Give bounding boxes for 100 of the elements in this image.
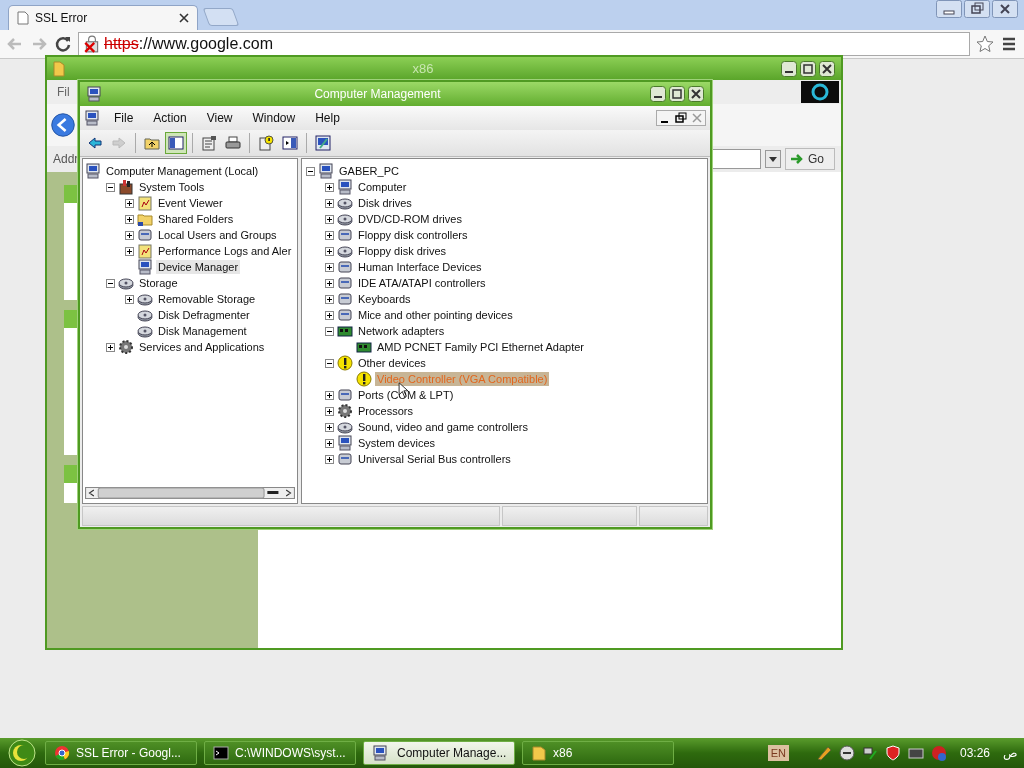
close-button[interactable] xyxy=(992,0,1018,18)
tree-item[interactable]: Event Viewer xyxy=(156,196,225,210)
tree-item[interactable]: Keyboards xyxy=(356,292,413,306)
computer-icon xyxy=(86,86,102,102)
expand-icon[interactable] xyxy=(325,246,334,256)
go-button[interactable]: Go xyxy=(785,148,835,170)
expand-icon[interactable] xyxy=(106,342,115,352)
collapse-icon[interactable] xyxy=(106,278,115,288)
expand-icon[interactable] xyxy=(325,294,334,304)
tree-item[interactable]: Mice and other pointing devices xyxy=(356,308,515,322)
browser-tab[interactable]: SSL Error xyxy=(8,5,198,30)
tree-item[interactable]: Floppy disk drives xyxy=(356,244,449,258)
language-indicator[interactable]: EN xyxy=(767,745,789,761)
menu-item[interactable]: View xyxy=(197,109,242,127)
expand-icon[interactable] xyxy=(325,278,334,288)
tree-item[interactable]: Disk drives xyxy=(356,196,414,210)
collapse-icon[interactable] xyxy=(325,358,334,368)
taskbar-button[interactable]: x86 xyxy=(522,741,674,765)
expand-icon[interactable] xyxy=(125,198,134,208)
menu-item[interactable]: Fil xyxy=(57,85,70,99)
tree-item[interactable]: Performance Logs and Aler xyxy=(156,244,294,258)
close-button[interactable] xyxy=(688,86,704,102)
expand-icon[interactable] xyxy=(325,310,334,320)
tree-item[interactable]: Device Manager xyxy=(156,260,241,274)
arrow-icon xyxy=(790,153,804,165)
minimize-button[interactable] xyxy=(781,60,797,77)
expand-icon[interactable] xyxy=(325,438,334,448)
star-icon[interactable] xyxy=(976,35,994,53)
tree-item[interactable]: System Tools xyxy=(137,180,207,194)
taskbar-button[interactable]: C:\WINDOWS\syst... xyxy=(204,741,356,765)
close-button[interactable] xyxy=(819,60,835,77)
menu-item[interactable]: Window xyxy=(243,109,305,127)
tree-item[interactable]: Services and Applications xyxy=(137,340,267,354)
device-icon xyxy=(337,259,353,275)
forward-arrow-icon xyxy=(111,135,127,151)
collapse-icon[interactable] xyxy=(325,326,334,336)
start-button[interactable] xyxy=(6,739,38,767)
restore-button[interactable] xyxy=(673,111,689,125)
menu-item[interactable]: File xyxy=(105,109,143,127)
tree-item[interactable]: IDE ATA/ATAPI controllers xyxy=(356,276,488,290)
maximize-button[interactable] xyxy=(669,86,685,102)
expand-icon[interactable] xyxy=(325,390,334,400)
taskbar-button[interactable]: Computer Manage... xyxy=(363,741,515,765)
tree-item[interactable]: Universal Serial Bus controllers xyxy=(356,452,513,466)
tree-item[interactable]: Other devices xyxy=(356,356,428,370)
menu-icon[interactable] xyxy=(1000,35,1018,53)
expand-icon[interactable] xyxy=(325,182,334,192)
tree-item[interactable]: Disk Defragmenter xyxy=(156,308,252,322)
expand-icon[interactable] xyxy=(325,454,334,464)
monitor-tray-icon[interactable] xyxy=(907,745,924,761)
tree-item[interactable]: System devices xyxy=(356,436,438,450)
close-tab-icon[interactable] xyxy=(179,13,189,23)
tree-item[interactable]: Storage xyxy=(137,276,180,290)
minimize-button[interactable] xyxy=(650,86,666,102)
tree-item[interactable]: AMD PCNET Family PCI Ethernet Adapter xyxy=(375,340,587,354)
device-icon xyxy=(137,227,153,243)
expand-icon[interactable] xyxy=(325,406,334,416)
folder-icon xyxy=(137,211,153,227)
tree-item[interactable]: Removable Storage xyxy=(156,292,258,306)
expand-icon[interactable] xyxy=(325,214,334,224)
horizontal-scrollbar[interactable] xyxy=(85,487,295,499)
expand-icon[interactable] xyxy=(325,198,334,208)
tree-item[interactable]: GABER_PC xyxy=(337,164,401,178)
tree-item[interactable]: Processors xyxy=(356,404,416,418)
computer-icon xyxy=(84,110,100,126)
tree-item[interactable]: Human Interface Devices xyxy=(356,260,484,274)
menu-item[interactable]: Help xyxy=(306,109,349,127)
printer-icon xyxy=(225,135,241,151)
tree-item[interactable]: Shared Folders xyxy=(156,212,236,226)
expand-icon[interactable] xyxy=(125,246,134,256)
maximize-button[interactable] xyxy=(800,60,816,77)
expand-icon[interactable] xyxy=(325,262,334,272)
pencil-tray-icon[interactable] xyxy=(815,745,832,761)
tree-item[interactable]: DVD/CD-ROM drives xyxy=(356,212,464,226)
reload-icon[interactable] xyxy=(54,35,72,53)
collapse-icon[interactable] xyxy=(106,182,115,192)
dropdown-button[interactable] xyxy=(765,150,781,168)
tree-item[interactable]: Network adapters xyxy=(356,324,447,338)
tree-item[interactable]: Disk Management xyxy=(156,324,249,338)
taskbar-button[interactable]: SSL Error - Googl... xyxy=(45,741,197,765)
tree-item[interactable]: Ports (COM & LPT) xyxy=(356,388,456,402)
address-bar[interactable]: https://www.google.com xyxy=(78,32,970,56)
computer-icon xyxy=(372,745,388,761)
toolbar-button[interactable] xyxy=(312,132,334,154)
tree-item[interactable]: Computer xyxy=(356,180,409,194)
tree-item[interactable]: Floppy disk controllers xyxy=(356,228,470,242)
toolbar-button[interactable] xyxy=(165,132,187,154)
tree-item[interactable]: Local Users and Groups xyxy=(156,228,279,242)
tree-item[interactable]: Computer Management (Local) xyxy=(104,164,261,178)
menu-item[interactable]: Action xyxy=(144,109,196,127)
expand-icon[interactable] xyxy=(125,294,134,304)
expand-icon[interactable] xyxy=(125,230,134,240)
shield-tray-icon[interactable] xyxy=(884,745,901,761)
expand-icon[interactable] xyxy=(325,230,334,240)
tree-item[interactable]: Sound, video and game controllers xyxy=(356,420,530,434)
clock-time[interactable]: 03:26 xyxy=(959,746,990,760)
collapse-icon[interactable] xyxy=(306,166,315,176)
expand-icon[interactable] xyxy=(325,422,334,432)
back-button[interactable] xyxy=(50,112,76,138)
expand-icon[interactable] xyxy=(125,214,134,224)
